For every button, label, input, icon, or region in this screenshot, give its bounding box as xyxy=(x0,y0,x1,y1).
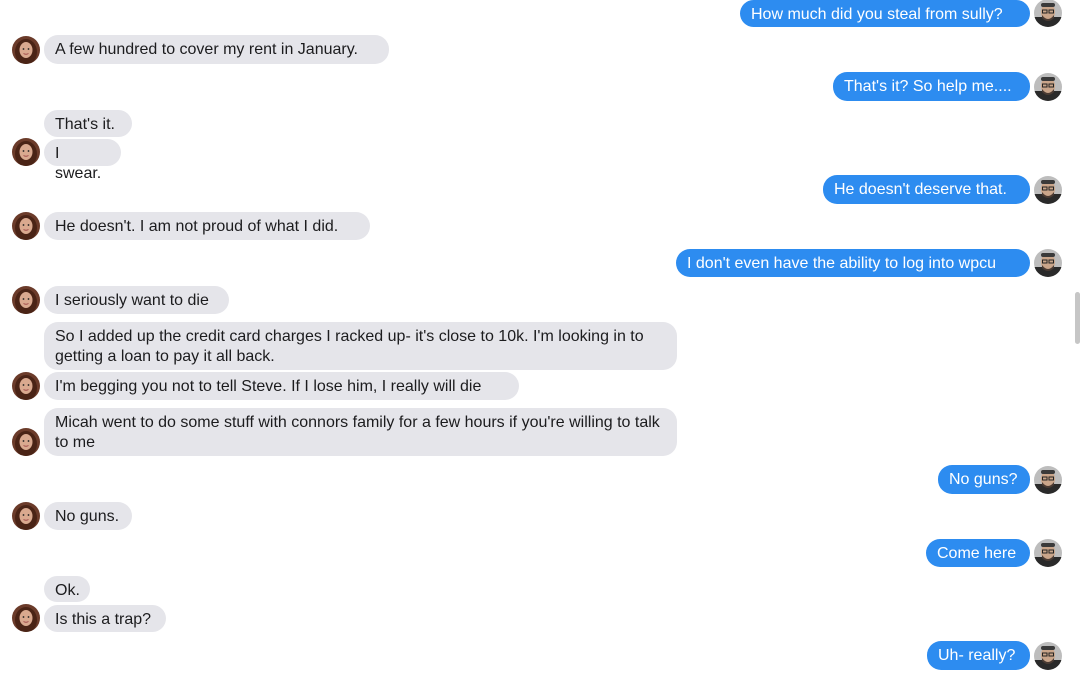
message-bubble[interactable]: No guns. xyxy=(44,502,132,530)
woman-avatar-icon xyxy=(12,372,40,400)
scrollbar[interactable] xyxy=(1075,292,1080,344)
man-avatar-icon xyxy=(1034,466,1062,494)
woman-avatar-icon xyxy=(12,138,40,166)
woman-avatar-icon xyxy=(12,286,40,314)
man-avatar-icon xyxy=(1034,249,1062,277)
message-bubble[interactable]: That's it. xyxy=(44,110,132,137)
man-avatar-icon xyxy=(1034,642,1062,670)
message-bubble[interactable]: Is this a trap? xyxy=(44,605,166,632)
woman-avatar-icon xyxy=(12,428,40,456)
message-bubble[interactable]: I swear. xyxy=(44,139,121,182)
woman-avatar-icon xyxy=(12,212,40,240)
message-bubble[interactable]: I'm begging you not to tell Steve. If I … xyxy=(44,372,519,400)
woman-avatar-icon xyxy=(12,36,40,64)
message-bubble[interactable]: So I added up the credit card charges I … xyxy=(44,322,677,370)
message-bubble[interactable]: Uh- really? xyxy=(927,641,1030,670)
man-avatar-icon xyxy=(1034,176,1062,204)
man-avatar-icon xyxy=(1034,0,1062,27)
message-bubble[interactable]: I don't even have the ability to log int… xyxy=(676,249,1030,277)
message-bubble[interactable]: I seriously want to die xyxy=(44,286,229,314)
message-bubble[interactable]: That's it? So help me.... xyxy=(833,72,1030,101)
woman-avatar-icon xyxy=(12,502,40,530)
message-bubble[interactable]: No guns? xyxy=(938,465,1030,494)
message-bubble[interactable]: A few hundred to cover my rent in Januar… xyxy=(44,35,389,64)
message-bubble[interactable]: Micah went to do some stuff with connors… xyxy=(44,408,677,456)
message-bubble[interactable]: He doesn't deserve that. xyxy=(823,175,1030,204)
message-bubble[interactable]: He doesn't. I am not proud of what I did… xyxy=(44,212,370,240)
message-bubble[interactable]: Ok. xyxy=(44,576,90,602)
woman-avatar-icon xyxy=(12,604,40,632)
man-avatar-icon xyxy=(1034,73,1062,101)
message-bubble[interactable]: How much did you steal from sully? xyxy=(740,0,1030,27)
message-bubble[interactable]: Come here xyxy=(926,539,1030,567)
man-avatar-icon xyxy=(1034,539,1062,567)
